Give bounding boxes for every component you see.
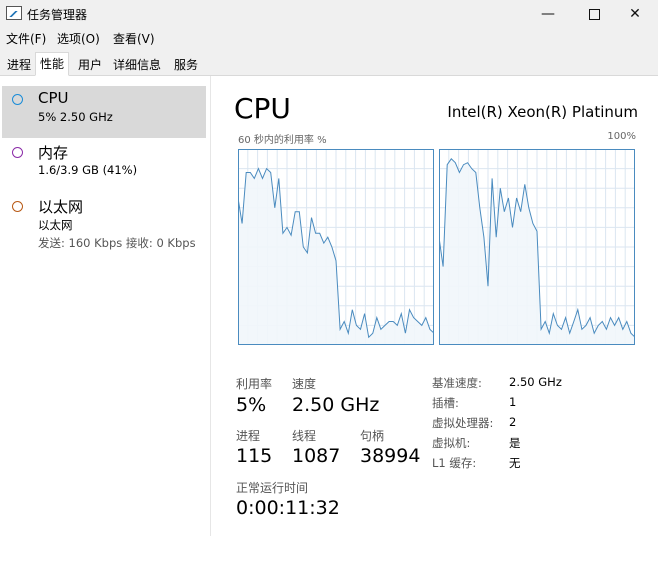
minimize-icon: — (541, 6, 555, 22)
sidebar-item-throughput: 发送: 160 Kbps 接收: 0 Kbps (38, 236, 196, 250)
minimize-button[interactable]: — (525, 0, 571, 28)
cpu-graph-core-0 (238, 149, 434, 345)
cpu-indicator-icon (12, 94, 23, 105)
processes-value: 115 (236, 445, 273, 467)
window-title: 任务管理器 (27, 8, 88, 22)
sidebar-item-title: 内存 (38, 144, 69, 162)
resource-sidebar: CPU 5% 2.50 GHz 内存 1.6/3.9 GB (41%) 以太网 … (0, 76, 211, 536)
cpu-model: Intel(R) Xeon(R) Platinum (447, 103, 638, 121)
sidebar-item-cpu[interactable]: CPU 5% 2.50 GHz (2, 86, 206, 138)
base-speed-value: 2.50 GHz (509, 375, 562, 389)
base-speed-label: 基准速度: (432, 376, 482, 390)
graph-max-label: 100% (607, 131, 636, 142)
graph-caption: 60 秒内的利用率 % (238, 135, 327, 146)
processes-label: 进程 (236, 429, 261, 443)
sidebar-item-ethernet[interactable]: 以太网 以太网 发送: 160 Kbps 接收: 0 Kbps (2, 193, 206, 255)
sidebar-item-sub: 以太网 (38, 218, 73, 232)
sidebar-item-title: CPU (38, 89, 69, 107)
close-button[interactable]: ✕ (612, 0, 658, 28)
maximize-button[interactable] (571, 0, 617, 28)
tab-users[interactable]: 用户 (73, 54, 107, 74)
util-label: 利用率 (236, 377, 273, 391)
maximize-icon (588, 8, 600, 20)
sockets-label: 插槽: (432, 396, 459, 410)
sidebar-item-memory[interactable]: 内存 1.6/3.9 GB (41%) (2, 139, 206, 191)
virtual-machine-value: 是 (509, 436, 521, 450)
menu-options[interactable]: 选项(O) (57, 30, 100, 47)
virtual-processors-value: 2 (509, 415, 517, 429)
menu-view[interactable]: 查看(V) (113, 30, 155, 47)
ethernet-indicator-icon (12, 201, 23, 212)
threads-label: 线程 (292, 429, 317, 443)
uptime-value: 0:00:11:32 (236, 497, 340, 519)
sockets-value: 1 (509, 395, 517, 409)
cpu-graph-core-1 (439, 149, 635, 345)
virtual-processors-label: 虚拟处理器: (432, 416, 494, 430)
task-manager-icon (6, 6, 22, 20)
page-title: CPU (234, 92, 291, 125)
tab-processes[interactable]: 进程 (2, 54, 36, 74)
memory-indicator-icon (12, 147, 23, 158)
sidebar-item-sub: 1.6/3.9 GB (41%) (38, 163, 138, 177)
threads-value: 1087 (292, 445, 341, 467)
tab-bar: 进程 性能 用户 详细信息 服务 (0, 52, 658, 76)
speed-value: 2.50 GHz (292, 394, 380, 416)
speed-label: 速度 (292, 377, 317, 391)
sidebar-item-title: 以太网 (38, 198, 84, 216)
close-icon: ✕ (629, 6, 641, 22)
tab-details[interactable]: 详细信息 (108, 54, 166, 74)
menu-file[interactable]: 文件(F) (6, 30, 46, 47)
sidebar-item-sub: 5% 2.50 GHz (38, 110, 113, 124)
util-value: 5% (236, 394, 267, 416)
tab-performance[interactable]: 性能 (35, 52, 70, 76)
virtual-machine-label: 虚拟机: (432, 436, 471, 450)
performance-panel: CPU 5% 2.50 GHz 内存 1.6/3.9 GB (41%) 以太网 … (0, 76, 658, 587)
title-bar: 任务管理器 — ✕ (0, 0, 658, 28)
tab-services[interactable]: 服务 (169, 54, 203, 74)
l1-cache-value: 无 (509, 456, 521, 470)
handles-label: 句柄 (360, 429, 385, 443)
handles-value: 38994 (360, 445, 421, 467)
l1-cache-label: L1 缓存: (432, 456, 477, 470)
uptime-label: 正常运行时间 (236, 481, 309, 495)
